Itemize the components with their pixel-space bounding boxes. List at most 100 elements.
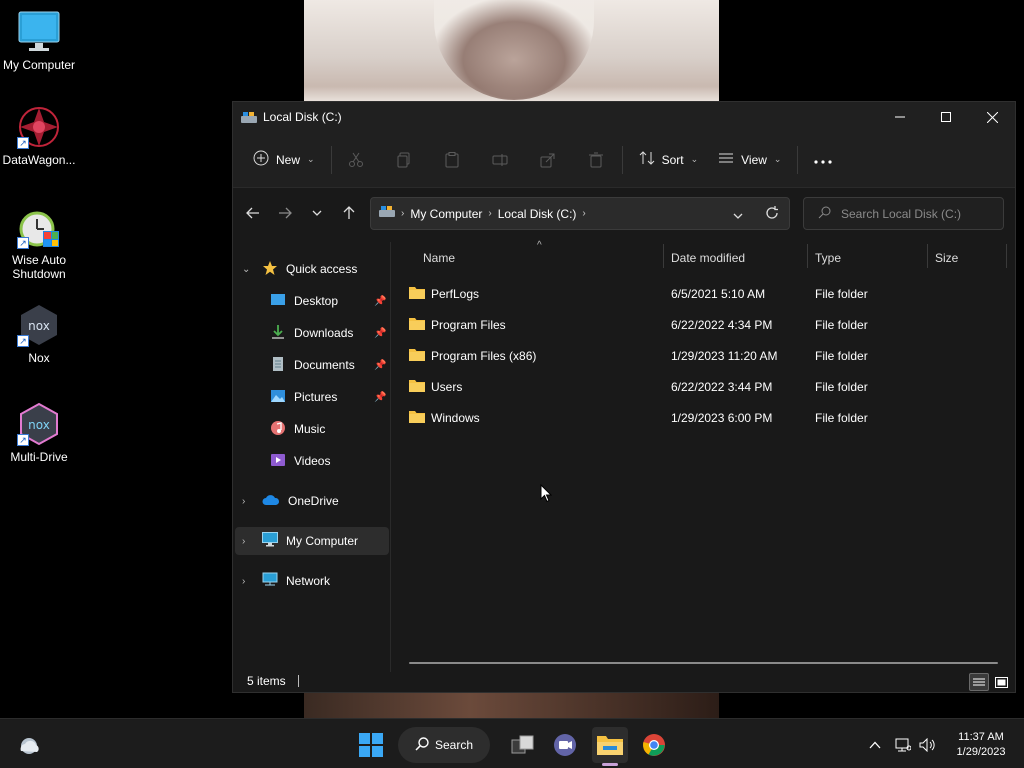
plus-circle-icon	[253, 150, 269, 169]
breadcrumb-my-computer[interactable]: My Computer	[410, 207, 482, 221]
share-icon[interactable]	[538, 150, 558, 170]
recent-locations-chevron-icon[interactable]	[301, 197, 333, 229]
column-header-date-modified[interactable]: Date modified	[671, 246, 745, 270]
cut-icon[interactable]	[346, 150, 366, 170]
datawagon-icon: ↗	[17, 105, 61, 149]
chevron-right-icon[interactable]: ›	[582, 208, 585, 219]
chevron-right-icon[interactable]: ›	[242, 576, 245, 587]
desktop-icon-my-computer[interactable]: My Computer	[0, 10, 78, 72]
chat-video-icon[interactable]	[548, 727, 582, 763]
show-hidden-icons-chevron-icon[interactable]	[864, 727, 886, 763]
volume-icon[interactable]	[916, 727, 940, 763]
monitor-icon	[17, 10, 61, 54]
desktop-icon-datawagon[interactable]: ↗ DataWagon...	[0, 105, 78, 167]
table-row[interactable]: Program Files (x86) 1/29/2023 11:20 AM F…	[409, 341, 1009, 372]
sidebar-item-desktop[interactable]: Desktop 📌	[270, 287, 386, 315]
svg-text:nox: nox	[28, 319, 50, 333]
download-arrow-icon	[270, 324, 286, 343]
more-options-button[interactable]	[804, 144, 842, 176]
sidebar-item-label: Desktop	[294, 294, 339, 308]
sidebar-item-network[interactable]: › Network	[242, 567, 331, 595]
sidebar-item-onedrive[interactable]: › OneDrive	[242, 487, 339, 515]
sort-button[interactable]: Sort ⌄	[629, 144, 709, 176]
maximize-button[interactable]	[923, 102, 969, 132]
address-bar[interactable]: › My Computer › Local Disk (C:) ›	[370, 197, 790, 230]
forward-arrow-icon[interactable]	[269, 197, 301, 229]
sidebar-item-my-computer[interactable]: › My Computer	[242, 527, 358, 555]
widgets-weather-icon[interactable]	[14, 727, 44, 763]
back-arrow-icon[interactable]	[237, 197, 269, 229]
file-name: PerfLogs	[431, 287, 480, 301]
minimize-button[interactable]	[877, 102, 923, 132]
document-icon	[270, 356, 286, 375]
video-icon	[270, 452, 286, 471]
start-button[interactable]	[354, 727, 388, 763]
file-date: 6/22/2022 4:34 PM	[671, 318, 773, 332]
table-row[interactable]: Program Files 6/22/2022 4:34 PM File fol…	[409, 310, 1009, 341]
up-arrow-icon[interactable]	[333, 197, 365, 229]
tiles-view-icon[interactable]	[991, 673, 1011, 691]
refresh-icon[interactable]	[765, 206, 779, 223]
close-button[interactable]	[969, 102, 1015, 132]
sidebar-item-label: Network	[286, 574, 331, 588]
address-dropdown-icon[interactable]	[733, 208, 743, 222]
chevron-right-icon[interactable]: ›	[242, 496, 245, 507]
sidebar-item-label: Pictures	[294, 390, 338, 404]
desktop-icon-label: Wise Auto Shutdown	[11, 253, 67, 281]
desktop-icon-multi-drive[interactable]: nox ↗ Multi-Drive	[0, 402, 78, 464]
taskbar-clock[interactable]: 11:37 AM 1/29/2023	[948, 730, 1014, 760]
rename-icon[interactable]	[490, 150, 510, 170]
sidebar-item-music[interactable]: Music	[270, 415, 325, 443]
chevron-down-icon[interactable]: ⌄	[242, 264, 250, 275]
sidebar-item-downloads[interactable]: Downloads 📌	[270, 319, 386, 347]
desktop-icon-wise-auto-shutdown[interactable]: ↗ Wise Auto Shutdown	[0, 205, 78, 281]
column-divider[interactable]	[807, 244, 808, 268]
folder-icon	[409, 286, 425, 299]
pin-icon: 📌	[374, 359, 387, 371]
taskbar-search-button[interactable]: Search	[398, 727, 490, 763]
network-status-icon[interactable]	[892, 727, 914, 763]
column-header-type[interactable]: Type	[815, 246, 841, 270]
details-view-icon[interactable]	[969, 673, 989, 691]
sidebar-item-videos[interactable]: Videos	[270, 447, 330, 475]
star-icon	[262, 260, 278, 279]
chevron-down-icon: ⌄	[773, 154, 782, 164]
sidebar-item-quick-access[interactable]: ⌄ Quick access	[242, 255, 357, 283]
svg-text:nox: nox	[28, 418, 50, 432]
folder-icon	[409, 379, 425, 392]
horizontal-scrollbar[interactable]	[409, 662, 998, 664]
search-icon	[415, 736, 429, 754]
sidebar-item-pictures[interactable]: Pictures 📌	[270, 383, 386, 411]
search-input[interactable]: Search Local Disk (C:)	[803, 197, 1004, 230]
status-bar: 5 items	[233, 670, 1015, 692]
column-header-name[interactable]: Name	[423, 246, 455, 270]
column-header-size[interactable]: Size	[935, 246, 958, 270]
ellipsis-icon	[814, 153, 833, 167]
pin-icon: 📌	[374, 295, 387, 307]
sidebar-item-documents[interactable]: Documents 📌	[270, 351, 386, 379]
desktop-icon-nox[interactable]: nox ↗ Nox	[0, 303, 78, 365]
table-row[interactable]: PerfLogs 6/5/2021 5:10 AM File folder	[409, 279, 1009, 310]
column-divider[interactable]	[927, 244, 928, 268]
file-explorer-taskbar-icon[interactable]	[592, 727, 628, 763]
view-button[interactable]: View ⌄	[708, 144, 791, 176]
copy-icon[interactable]	[394, 150, 414, 170]
table-row[interactable]: Windows 1/29/2023 6:00 PM File folder	[409, 403, 1009, 434]
chrome-icon[interactable]	[637, 727, 671, 763]
paste-icon[interactable]	[442, 150, 462, 170]
delete-icon[interactable]	[586, 150, 606, 170]
file-date: 6/5/2021 5:10 AM	[671, 287, 766, 301]
new-button[interactable]: New ⌄	[243, 144, 325, 176]
breadcrumb-local-disk[interactable]: Local Disk (C:)	[498, 207, 577, 221]
desktop-folder-icon	[270, 293, 286, 310]
table-row[interactable]: Users 6/22/2022 3:44 PM File folder	[409, 372, 1009, 403]
task-view-icon[interactable]	[506, 727, 540, 763]
title-bar[interactable]: Local Disk (C:)	[233, 102, 1015, 132]
column-divider[interactable]	[1006, 244, 1007, 268]
drive-icon	[379, 206, 395, 221]
chevron-right-icon[interactable]: ›	[242, 536, 245, 547]
chevron-right-icon: ›	[488, 208, 492, 219]
column-divider[interactable]	[663, 244, 664, 268]
desktop-icon-label: Multi-Drive	[10, 450, 68, 464]
taskbar: Search 11:37 AM 1/29/2023	[0, 718, 1024, 768]
